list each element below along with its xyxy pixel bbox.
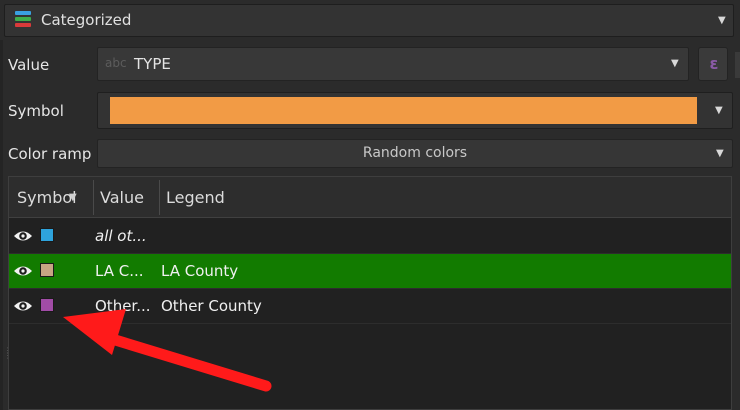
symbol-color-swatch [110, 97, 697, 124]
color-ramp-combo[interactable]: Random colors ▼ [97, 139, 733, 168]
column-header-value[interactable]: Value [100, 177, 160, 218]
category-legend [161, 219, 721, 253]
value-label: Value [8, 56, 50, 74]
renderer-label: Categorized [41, 11, 132, 29]
table-header: Symbol ▼ Value Legend [9, 177, 731, 218]
table-row[interactable]: all ot... [9, 219, 731, 254]
category-color-swatch[interactable] [40, 263, 54, 277]
sort-indicator-icon: ▼ [69, 192, 77, 203]
expression-button[interactable]: ε [698, 47, 728, 81]
field-type-hint: abc [105, 56, 127, 70]
chevron-down-icon: ▼ [715, 105, 723, 116]
symbol-label: Symbol [8, 102, 64, 120]
category-value: LA C... [95, 262, 144, 280]
chevron-down-icon: ▼ [718, 15, 726, 26]
epsilon-expression-icon: ε [709, 54, 719, 73]
column-divider [93, 180, 94, 215]
category-value: all ot... [95, 227, 147, 245]
category-color-swatch[interactable] [40, 298, 54, 312]
panel-edge [735, 52, 740, 78]
category-value: Other... [95, 297, 151, 315]
color-ramp-label: Color ramp [8, 145, 92, 163]
eye-icon[interactable] [13, 263, 33, 279]
table-row[interactable]: Other... Other County [9, 289, 731, 324]
eye-icon[interactable] [13, 298, 33, 314]
color-ramp-value: Random colors [362, 145, 468, 161]
symbol-button[interactable]: ▼ [97, 92, 733, 129]
chevron-down-icon: ▼ [671, 58, 679, 69]
table-row[interactable]: LA C... LA County [9, 254, 731, 289]
category-color-swatch[interactable] [40, 228, 54, 242]
category-legend: LA County [161, 262, 239, 280]
column-divider [159, 180, 160, 215]
value-field-text: TYPE [134, 55, 171, 73]
column-header-symbol[interactable]: Symbol [17, 177, 93, 218]
column-header-legend[interactable]: Legend [166, 177, 366, 218]
categories-table: Symbol ▼ Value Legend all ot... LA C... … [8, 176, 732, 410]
chevron-down-icon: ▼ [716, 148, 724, 159]
value-field-combo[interactable]: abc TYPE ▼ [97, 47, 689, 81]
renderer-dropdown[interactable]: Categorized ▼ [4, 4, 734, 37]
eye-icon[interactable] [13, 228, 33, 244]
left-rail [0, 40, 3, 410]
categorized-renderer-icon [15, 11, 33, 31]
category-legend: Other County [161, 297, 262, 315]
